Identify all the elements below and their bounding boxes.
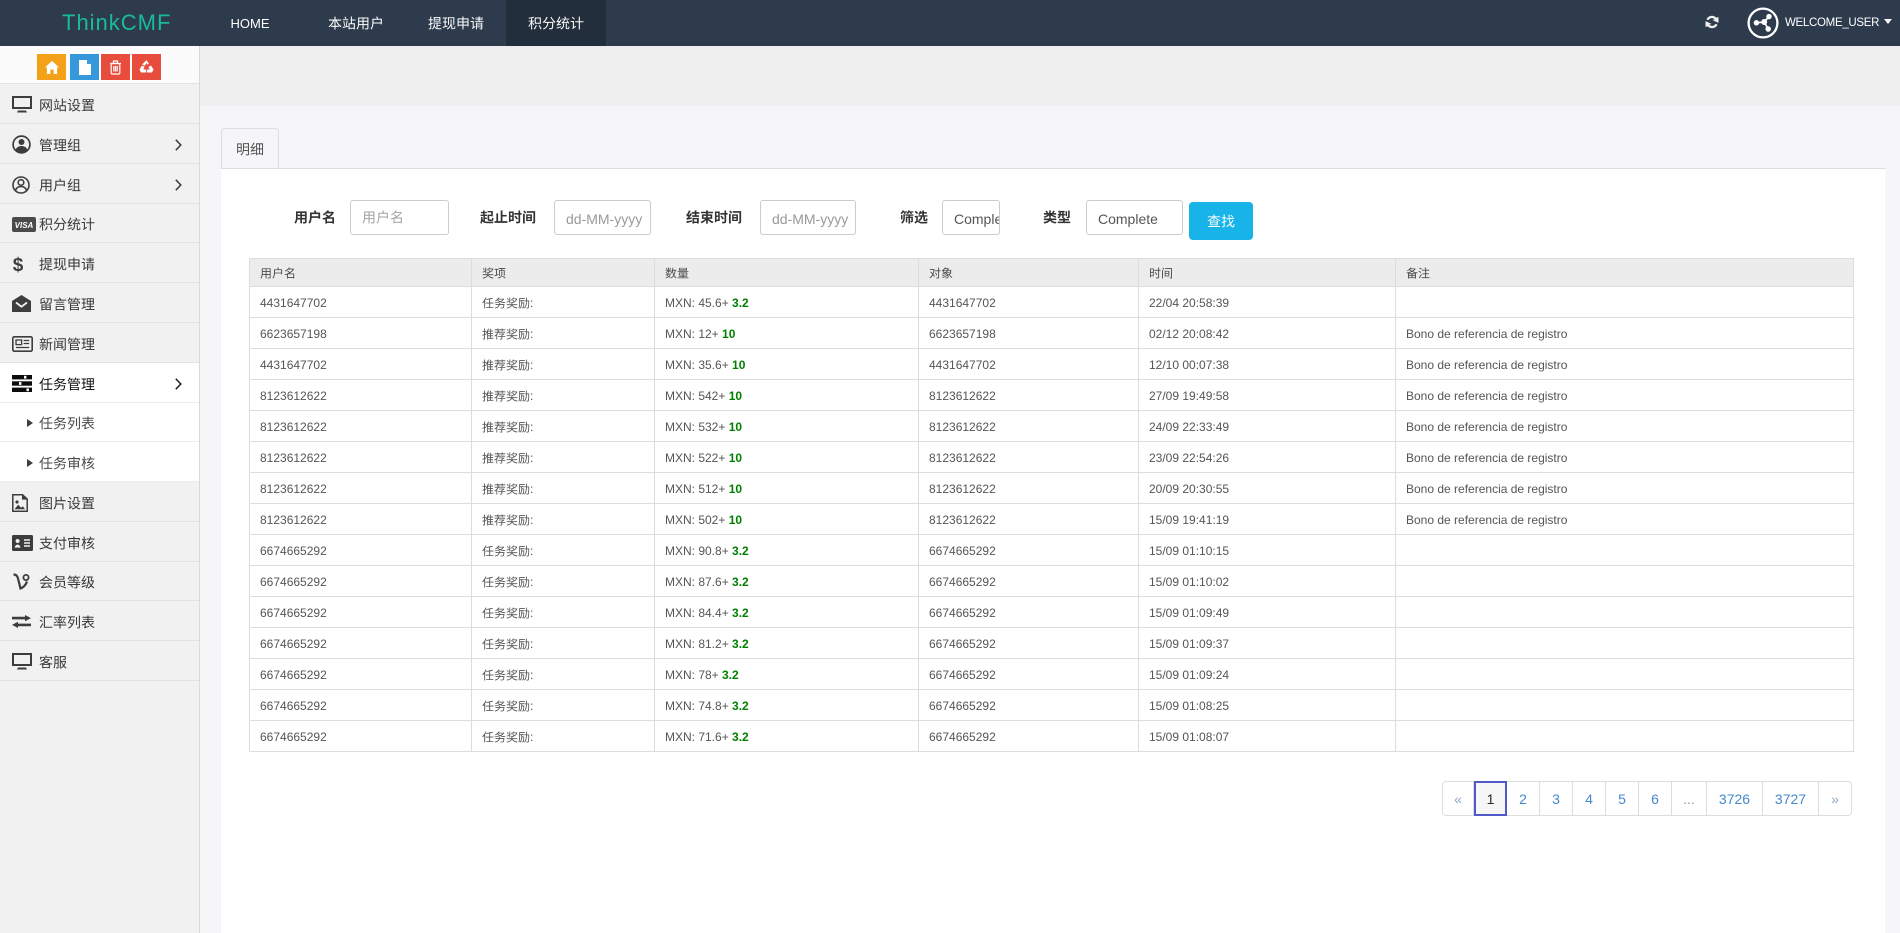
svg-text:VISA: VISA <box>15 221 34 230</box>
svg-text:$: $ <box>13 255 24 274</box>
